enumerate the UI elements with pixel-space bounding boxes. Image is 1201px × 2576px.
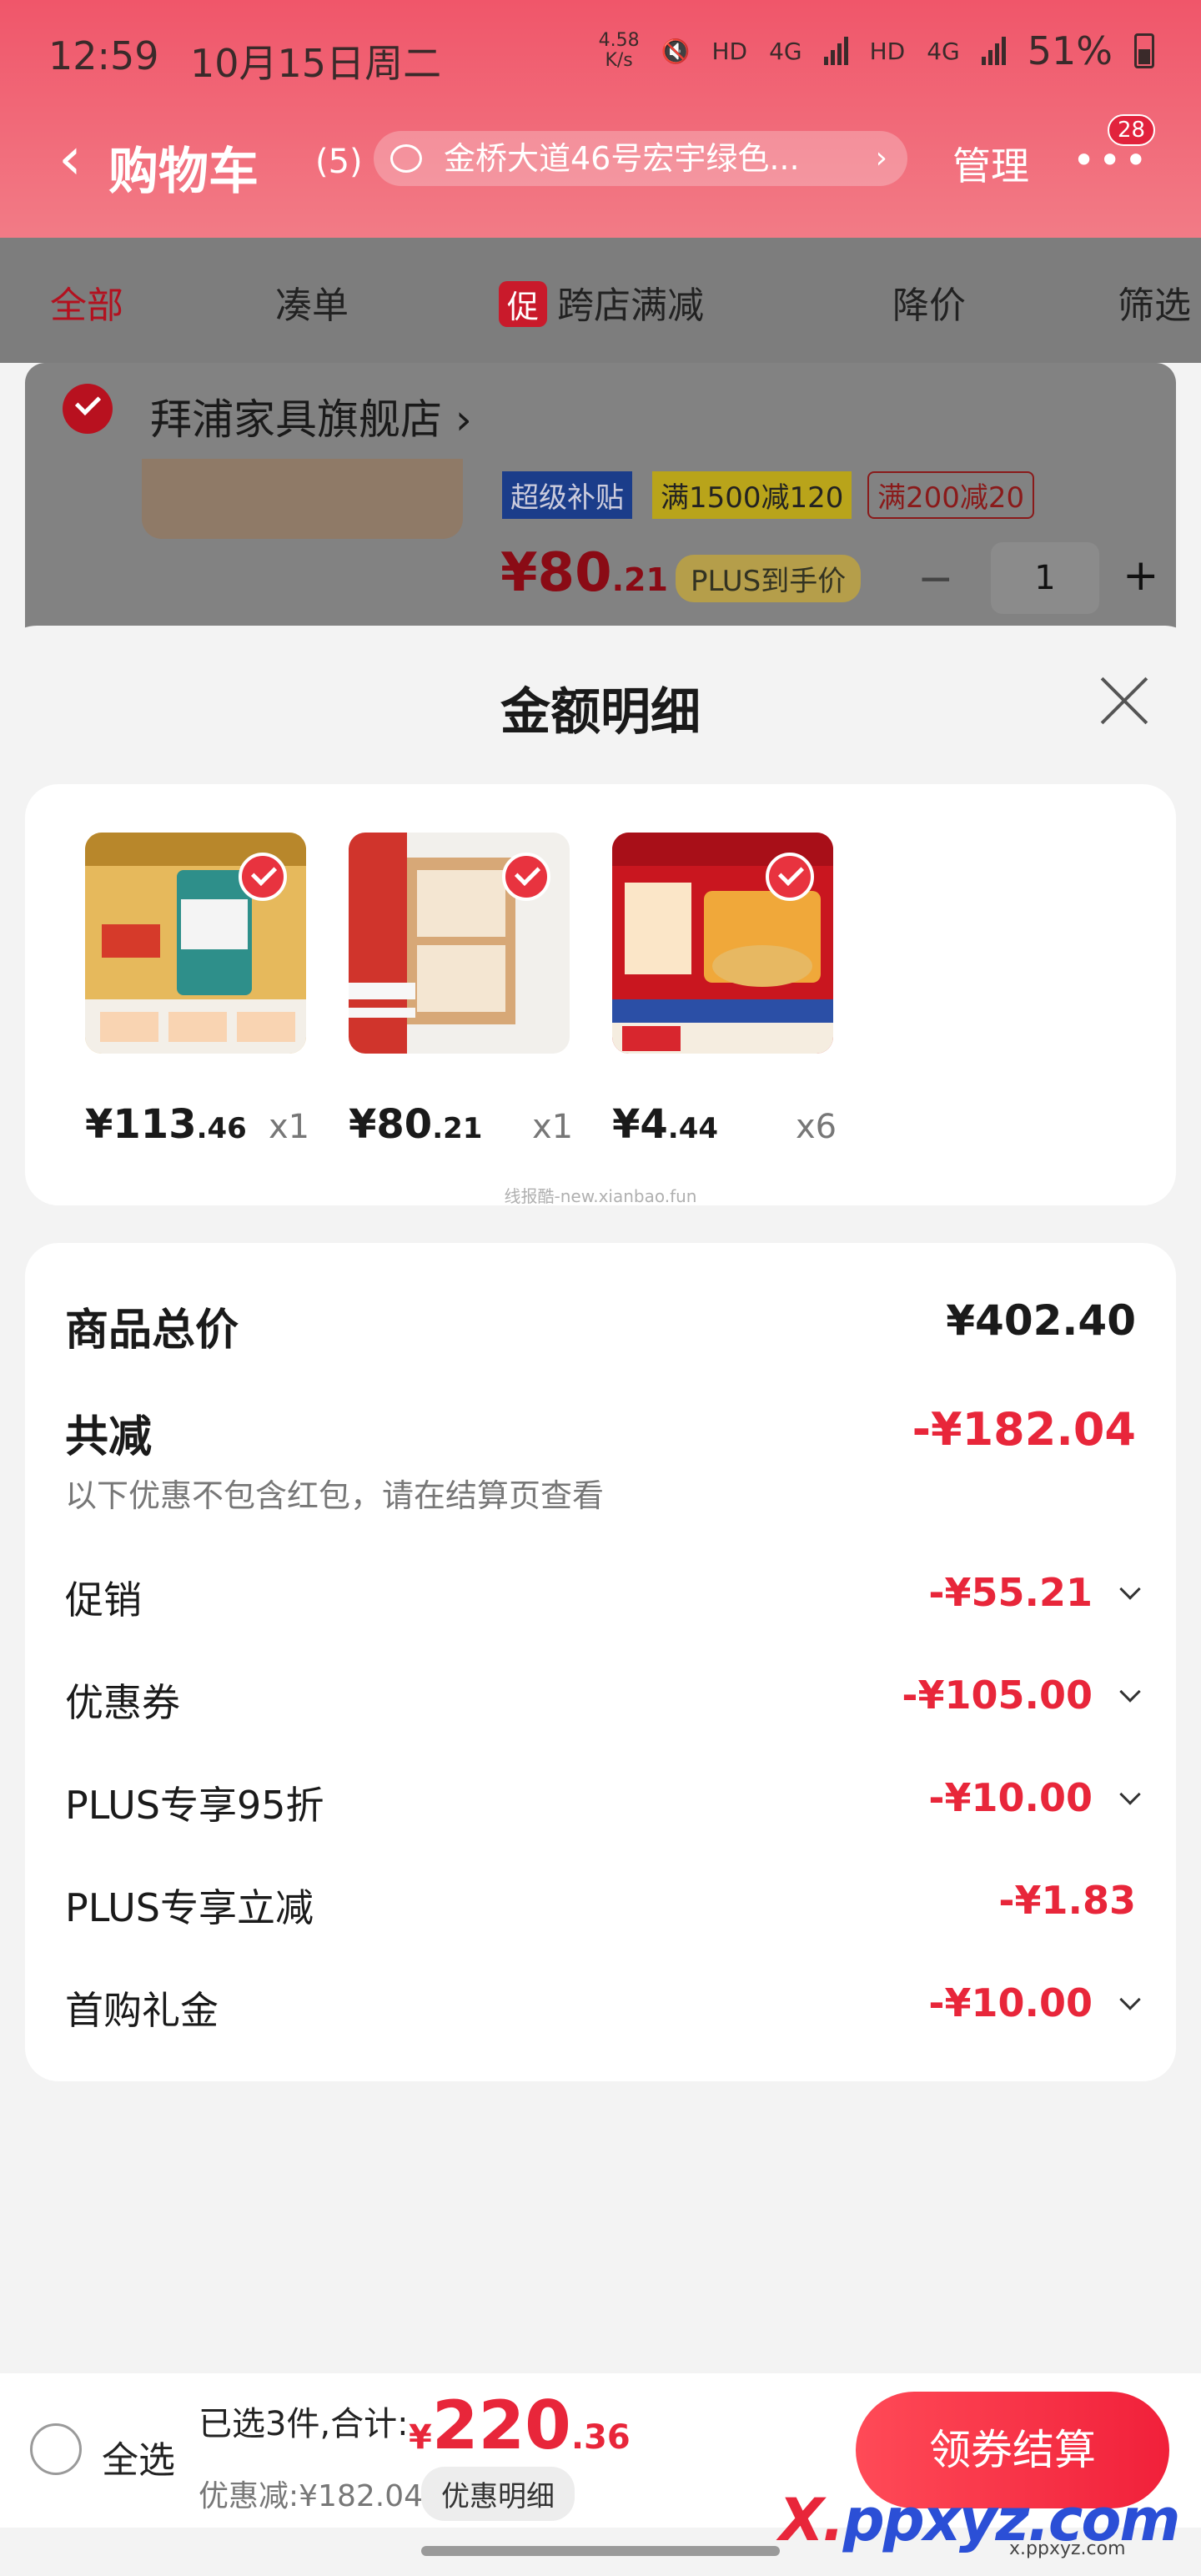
chevron-down-icon[interactable] <box>1119 1784 1141 1805</box>
tab-bundle[interactable]: 凑单 <box>275 275 349 329</box>
nav-bar: ‹ 购物车 (5) 金桥大道46号宏宇绿色... › 管理 ••• 28 <box>0 114 1201 201</box>
increase-button[interactable]: + <box>1123 551 1159 601</box>
watermark-logo-sub: x.ppxyz.com <box>1009 2538 1126 2559</box>
shop-card: 拜浦家具旗舰店 › 超级补贴 满1500减120 满200减20 ¥80.21 … <box>25 363 1176 638</box>
mute-icon: 🔇 <box>661 37 691 65</box>
product-quantity: x1 <box>532 1108 574 1146</box>
promo-tag: 满200减20 <box>867 471 1035 519</box>
selected-summary: 已选3件,合计: <box>198 2405 409 2443</box>
selected-check-icon <box>502 853 550 901</box>
product-price: ¥80.21 <box>349 1101 483 1148</box>
row-label: 商品总价 <box>65 1306 239 1356</box>
selected-check-icon <box>766 853 814 901</box>
battery-icon <box>1134 33 1154 68</box>
grand-total: ¥220.36 <box>409 2387 631 2464</box>
row-value: -¥105.00 <box>902 1673 1093 1718</box>
selected-check-icon <box>239 853 287 901</box>
network-speed: 4.58 K/s <box>598 30 640 71</box>
promo-badge: 促 <box>499 281 548 327</box>
close-icon[interactable] <box>1099 677 1146 724</box>
promo-tag: 满1500减120 <box>652 471 852 519</box>
row-value: ¥402.40 <box>946 1296 1136 1345</box>
row-label: PLUS专享95折 <box>65 1783 324 1828</box>
reduce-note: 以下优惠不包含红包，请在结算页查看 <box>65 1477 605 1514</box>
select-all-label[interactable]: 全选 <box>102 2430 175 2483</box>
chevron-down-icon[interactable] <box>1119 1681 1141 1703</box>
tab-label: 跨店满减 <box>557 284 705 327</box>
status-date: 10月15日周二 <box>190 41 442 86</box>
row-label: 促销 <box>65 1577 142 1623</box>
row-value: -¥10.00 <box>928 1980 1093 2025</box>
product-thumbnail[interactable] <box>142 459 463 539</box>
plus-price-badge: PLUS到手价 <box>676 555 862 602</box>
tab-cross-store[interactable]: 促跨店满减 <box>499 275 704 329</box>
discount-summary: 优惠减:¥182.04 <box>198 2479 423 2513</box>
back-icon[interactable]: ‹ <box>58 129 82 188</box>
row-label: PLUS专享立减 <box>65 1885 314 1930</box>
product-quantity: x6 <box>796 1108 837 1146</box>
location-icon <box>390 144 422 173</box>
sheet-title: 金额明细 <box>500 683 701 742</box>
chevron-right-icon: › <box>875 141 887 175</box>
product-quantity: x1 <box>269 1108 310 1146</box>
cart-count: (5) <box>315 143 363 181</box>
status-time: 12:59 <box>48 33 159 78</box>
signal-icon <box>981 37 1006 65</box>
tab-price-drop[interactable]: 降价 <box>892 275 966 329</box>
shop-check-icon[interactable] <box>63 384 113 434</box>
address-text: 金桥大道46号宏宇绿色... <box>444 140 800 177</box>
row-value: -¥1.83 <box>998 1878 1136 1923</box>
row-value: -¥10.00 <box>928 1775 1093 1820</box>
promo-tag: 超级补贴 <box>502 471 632 519</box>
tab-filter[interactable]: 筛选 <box>1118 275 1191 329</box>
hd-label-2: HD <box>869 37 906 65</box>
row-label: 优惠券 <box>65 1680 180 1725</box>
manage-button[interactable]: 管理 <box>952 136 1029 191</box>
select-all-radio[interactable] <box>30 2423 82 2475</box>
row-label: 首购礼金 <box>65 1988 219 2033</box>
quantity-input[interactable]: 1 <box>991 542 1099 614</box>
filter-tabs: 全部 凑单 促跨店满减 降价 筛选 <box>0 238 1201 363</box>
amount-detail-sheet: 金额明细 ¥113.46 x1 ¥80.21 x1 ¥4.44 x6 线报酷-n… <box>0 626 1201 2576</box>
notification-badge: 28 <box>1108 114 1156 146</box>
row-value: -¥182.04 <box>912 1403 1136 1456</box>
price-summary-card: 商品总价 ¥402.40 共减 -¥182.04 以下优惠不包含红包，请在结算页… <box>25 1243 1176 2081</box>
hd-label-1: HD <box>711 37 748 65</box>
network-label-2: 4G <box>927 37 960 65</box>
product-summary-card: ¥113.46 x1 ¥80.21 x1 ¥4.44 x6 <box>25 784 1176 1205</box>
product-price: ¥4.44 <box>612 1101 719 1148</box>
discount-detail-button[interactable]: 优惠明细 <box>421 2467 575 2521</box>
watermark-text: 线报酷-new.xianbao.fun <box>504 1186 697 1206</box>
shop-name[interactable]: 拜浦家具旗舰店 › <box>150 386 472 446</box>
quantity-stepper: − 1 + <box>917 542 1159 614</box>
network-label-1: 4G <box>769 37 802 65</box>
product-price: ¥80.21 <box>500 542 668 604</box>
tab-all[interactable]: 全部 <box>50 275 123 329</box>
status-icons: 4.58 K/s 🔇 HD 4G HD 4G 51% <box>599 28 1154 73</box>
address-selector[interactable]: 金桥大道46号宏宇绿色... › <box>374 131 907 186</box>
page-title: 购物车 <box>108 143 259 201</box>
row-value: -¥55.21 <box>928 1570 1093 1615</box>
battery-percent: 51% <box>1027 28 1113 73</box>
chevron-down-icon[interactable] <box>1119 1578 1141 1600</box>
row-label: 共减 <box>65 1412 153 1462</box>
home-indicator[interactable] <box>421 2546 780 2556</box>
decrease-button[interactable]: − <box>917 554 954 604</box>
signal-icon <box>823 37 848 65</box>
status-bar: 12:59 10月15日周二 4.58 K/s 🔇 HD 4G HD 4G 51% <box>0 0 1201 117</box>
product-price: ¥113.46 <box>85 1101 247 1148</box>
chevron-down-icon[interactable] <box>1119 1989 1141 2010</box>
